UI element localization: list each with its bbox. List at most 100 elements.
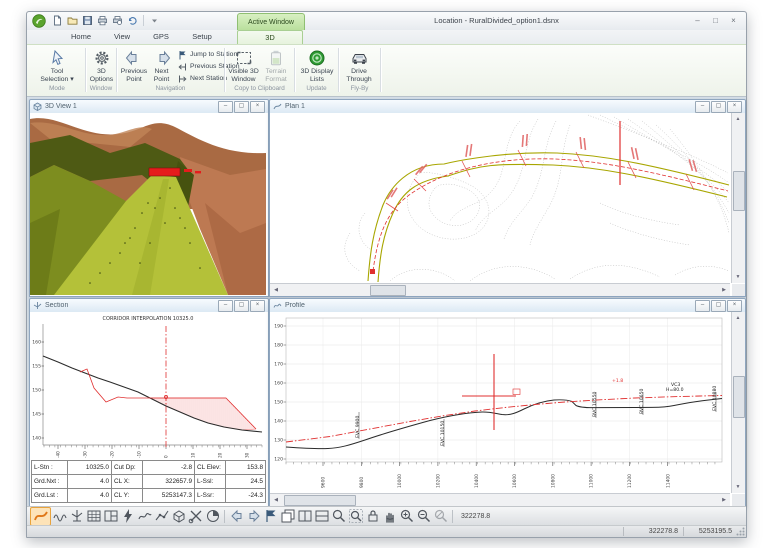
scroll-thumb[interactable] [284,495,356,506]
panel-plan-titlebar[interactable]: Plan 1 –▢× [270,100,745,114]
next-point-button[interactable]: Next Point [149,47,174,84]
cascade-windows-icon[interactable] [279,508,296,525]
panel-minimize-button[interactable]: – [218,101,233,113]
plan-viewport[interactable]: ▲ ▼ ◀ ▶ [270,113,745,296]
scroll-down-arrow[interactable]: ▼ [732,271,744,283]
plan-vertical-scrollbar[interactable]: ▲ ▼ [731,113,745,283]
chart-tick-label: 120 [274,457,283,463]
profile-tool-icon[interactable] [51,508,68,525]
qat-dropdown-icon[interactable] [148,14,161,27]
panel-close-button[interactable]: × [727,101,742,113]
plan-horizontal-scrollbar[interactable]: ◀ ▶ [270,283,730,296]
panel-restore-button[interactable]: ▢ [234,300,249,312]
minimize-button[interactable]: – [689,14,706,27]
resize-grip[interactable] [736,527,745,536]
scroll-thumb[interactable] [370,285,406,296]
panel-profile-titlebar[interactable]: Profile –▢× [270,299,745,313]
profile-horizontal-scrollbar[interactable]: ◀ ▶ [270,493,730,506]
scroll-right-arrow[interactable]: ▶ [718,284,730,295]
tab-home[interactable]: Home [61,30,101,44]
panel-close-button[interactable]: × [250,300,265,312]
save-icon[interactable] [81,14,94,27]
active-window-tab[interactable]: Active Window [237,13,305,30]
profile-viewport[interactable]: 190180170160150140130120 960098001000010… [270,312,745,506]
station-flag-icon[interactable] [262,508,279,525]
app-logo-icon[interactable] [32,14,46,28]
alignment-start-marker [370,269,375,274]
panel-restore-button[interactable]: ▢ [711,300,726,312]
chart-tick-label: 0 [164,455,169,458]
ribbon-group-divider [380,48,381,92]
button-label: 3D [97,68,106,76]
zoom-out-icon[interactable] [415,508,432,525]
print-icon[interactable] [96,14,109,27]
panel-section-titlebar[interactable]: Section –▢× [30,299,268,313]
visible-3d-window-button[interactable]: Visible 3D Window [228,47,259,84]
grid-tool-icon[interactable] [85,508,102,525]
pan-hand-icon[interactable] [381,508,398,525]
zoom-lock-icon[interactable] [364,508,381,525]
next-arrow-icon[interactable] [245,508,262,525]
panel-restore-button[interactable]: ▢ [234,101,249,113]
zoom-extents-icon[interactable] [347,508,364,525]
alignment-tool-icon[interactable] [30,507,51,526]
profile-vertical-scrollbar[interactable]: ▲ ▼ [731,312,745,493]
drive-through-button[interactable]: Drive Through [342,47,376,84]
panel-title: 3D View 1 [45,103,215,110]
tools-tool-icon[interactable] [187,508,204,525]
scroll-up-arrow[interactable]: ▲ [732,312,744,324]
scroll-thumb[interactable] [733,171,745,211]
section-viewport[interactable]: CORRIDOR INTERPOLATION 10325.0 160155150… [30,312,268,506]
chart-tick-label: 140 [274,419,283,425]
workspace: 3D View 1 –▢× [27,96,746,507]
maximize-button[interactable]: □ [707,14,724,27]
scroll-left-arrow[interactable]: ◀ [270,494,282,505]
open-folder-icon[interactable] [66,14,79,27]
tab-setup[interactable]: Setup [181,30,223,44]
panel-section: Section –▢× CORRIDOR INTERPOLATION 10325… [29,298,269,507]
scroll-right-arrow[interactable]: ▶ [718,494,730,505]
scroll-left-arrow[interactable]: ◀ [270,284,282,295]
tile-vertical-icon[interactable] [296,508,313,525]
tab-view[interactable]: View [103,30,141,44]
panel-close-button[interactable]: × [250,101,265,113]
panel-minimize-button[interactable]: – [218,300,233,312]
gear-icon [93,48,111,67]
view3d-tool-icon[interactable] [170,508,187,525]
tab-3d[interactable]: 3D [237,30,303,45]
panel-close-button[interactable]: × [727,300,742,312]
section-tool-icon[interactable] [68,508,85,525]
tool-selection-button[interactable]: Tool Selection ▾ [34,47,80,84]
scroll-up-arrow[interactable]: ▲ [732,113,744,125]
terrain-format-button[interactable]: Terrain Format [261,47,291,84]
panel-3d-view-titlebar[interactable]: 3D View 1 –▢× [30,100,268,114]
quick-edit-tool-icon[interactable] [119,508,136,525]
scroll-down-arrow[interactable]: ▼ [732,481,744,493]
3d-viewport[interactable] [30,113,268,296]
close-button[interactable]: × [725,14,742,27]
group-label-navigation: Navigation [117,84,224,93]
zoom-in-icon[interactable] [398,508,415,525]
tile-horizontal-icon[interactable] [313,508,330,525]
panel-restore-button[interactable]: ▢ [711,101,726,113]
new-file-icon[interactable] [51,14,64,27]
tab-gps[interactable]: GPS [143,30,179,44]
ribbon-tab-bar: Home View GPS Setup 3D [27,30,746,44]
panel-minimize-button[interactable]: – [695,101,710,113]
zoom-window-icon[interactable] [432,508,449,525]
print-preview-icon[interactable] [111,14,124,27]
scroll-thumb[interactable] [733,376,745,418]
3d-display-lists-button[interactable]: 3D Display Lists [298,47,336,84]
previous-arrow-icon[interactable] [228,508,245,525]
render-tool-icon[interactable] [204,508,221,525]
zoom-icon[interactable] [330,508,347,525]
next-station-button[interactable]: Next Station [178,73,227,84]
template-tool-icon[interactable] [153,508,170,525]
previous-point-button[interactable]: Previous Point [120,47,148,84]
curve-tool-icon[interactable] [136,508,153,525]
panel-minimize-button[interactable]: – [695,300,710,312]
undo-icon[interactable] [126,14,139,27]
layout-tool-icon[interactable] [102,508,119,525]
section-table-value: 24.5 [226,475,266,489]
3d-options-button[interactable]: 3D Options [88,47,115,84]
